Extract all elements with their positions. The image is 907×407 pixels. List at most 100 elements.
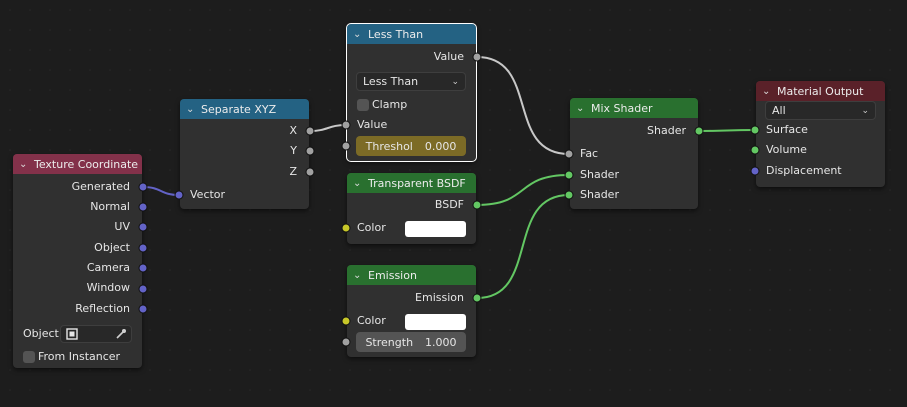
socket-reflection[interactable] <box>139 305 147 313</box>
socket-color[interactable] <box>342 317 350 325</box>
grid-dot <box>709 149 711 151</box>
socket-object[interactable] <box>139 244 147 252</box>
grid-dot <box>309 389 311 391</box>
texture-coordinate-node[interactable]: ⌄ Texture Coordinate Generated Normal UV… <box>13 154 142 368</box>
grid-dot <box>689 269 691 271</box>
grid-dot <box>9 29 11 31</box>
grid-dot <box>149 249 151 251</box>
grid-dot <box>529 329 531 331</box>
emission-node[interactable]: ⌄ Emission Emission Color Strength 1.000 <box>347 265 476 357</box>
grid-dot <box>149 269 151 271</box>
socket-y[interactable] <box>306 147 314 155</box>
node-header[interactable]: ⌄ Emission <box>347 265 476 285</box>
grid-dot <box>549 29 551 31</box>
socket-vector[interactable] <box>175 191 183 199</box>
socket-shader-out[interactable] <box>695 127 703 135</box>
socket-normal[interactable] <box>139 203 147 211</box>
socket-volume[interactable] <box>751 146 759 154</box>
grid-dot <box>609 389 611 391</box>
grid-dot <box>249 89 251 91</box>
from-instancer-checkbox[interactable] <box>23 351 35 363</box>
grid-dot <box>649 269 651 271</box>
clamp-label: Clamp <box>372 98 408 111</box>
grid-dot <box>789 229 791 231</box>
socket-value-in[interactable] <box>342 121 350 129</box>
socket-generated[interactable] <box>139 183 147 191</box>
chevron-down-icon[interactable]: ⌄ <box>19 159 31 170</box>
socket-fac[interactable] <box>565 150 573 158</box>
socket-threshold[interactable] <box>342 142 350 150</box>
socket-shader-1[interactable] <box>565 171 573 179</box>
socket-surface[interactable] <box>751 126 759 134</box>
grid-dot <box>529 369 531 371</box>
socket-value-out[interactable] <box>473 53 481 61</box>
grid-dot <box>289 369 291 371</box>
grid-dot <box>169 269 171 271</box>
strength-slider[interactable]: Strength 1.000 <box>356 332 466 352</box>
grid-dot <box>889 189 891 191</box>
grid-dot <box>89 109 91 111</box>
chevron-down-icon[interactable]: ⌄ <box>353 270 365 281</box>
grid-dot <box>729 209 731 211</box>
socket-displacement[interactable] <box>751 167 759 175</box>
socket-color[interactable] <box>342 224 350 232</box>
grid-dot <box>829 249 831 251</box>
object-picker[interactable] <box>60 325 132 343</box>
mix-shader-node[interactable]: ⌄ Mix Shader Shader Fac Shader Shader <box>570 98 698 209</box>
clamp-checkbox[interactable] <box>357 99 369 111</box>
grid-dot <box>609 249 611 251</box>
chevron-down-icon[interactable]: ⌄ <box>762 86 774 97</box>
grid-dot <box>749 109 751 111</box>
socket-bsdf[interactable] <box>473 201 481 209</box>
node-header[interactable]: ⌄ Texture Coordinate <box>13 154 142 174</box>
target-dropdown[interactable]: All ⌄ <box>765 101 876 120</box>
transparent-bsdf-node[interactable]: ⌄ Transparent BSDF BSDF Color <box>347 173 476 244</box>
socket-strength[interactable] <box>342 338 350 346</box>
threshold-slider[interactable]: Threshol 0.000 <box>356 136 466 156</box>
grid-dot <box>289 29 291 31</box>
socket-uv[interactable] <box>139 223 147 231</box>
grid-dot <box>889 349 891 351</box>
less-than-node[interactable]: ⌄ Less Than Value Less Than ⌄ Clamp Valu… <box>346 23 477 162</box>
grid-dot <box>149 229 151 231</box>
grid-dot <box>209 89 211 91</box>
socket-window[interactable] <box>139 285 147 293</box>
socket-x[interactable] <box>306 127 314 135</box>
socket-camera[interactable] <box>139 264 147 272</box>
grid-dot <box>769 249 771 251</box>
socket-emission[interactable] <box>473 294 481 302</box>
grid-dot <box>789 189 791 191</box>
grid-dot <box>49 9 51 11</box>
grid-dot <box>549 9 551 11</box>
eyedropper-icon[interactable] <box>115 328 127 340</box>
node-header[interactable]: ⌄ Transparent BSDF <box>347 173 476 193</box>
chevron-down-icon[interactable]: ⌄ <box>353 178 365 189</box>
grid-dot <box>709 249 711 251</box>
grid-dot <box>529 209 531 211</box>
grid-dot <box>629 249 631 251</box>
grid-dot <box>589 329 591 331</box>
color-swatch[interactable] <box>405 221 466 237</box>
chevron-down-icon[interactable]: ⌄ <box>576 103 588 114</box>
socket-shader-2[interactable] <box>565 191 573 199</box>
socket-z[interactable] <box>306 168 314 176</box>
grid-dot <box>649 349 651 351</box>
material-output-node[interactable]: ⌄ Material Output All ⌄ Surface Volume D… <box>756 81 885 187</box>
operation-dropdown[interactable]: Less Than ⌄ <box>356 72 466 91</box>
node-header[interactable]: ⌄ Less Than <box>347 24 476 44</box>
grid-dot <box>549 149 551 151</box>
grid-dot <box>709 109 711 111</box>
color-swatch[interactable] <box>405 314 466 330</box>
grid-dot <box>829 309 831 311</box>
chevron-down-icon[interactable]: ⌄ <box>186 104 198 115</box>
node-header[interactable]: ⌄ Mix Shader <box>570 98 698 118</box>
chevron-down-icon[interactable]: ⌄ <box>353 29 365 40</box>
node-header[interactable]: ⌄ Material Output <box>756 81 885 101</box>
grid-dot <box>549 69 551 71</box>
grid-dot <box>709 369 711 371</box>
grid-dot <box>529 289 531 291</box>
separate-xyz-node[interactable]: ⌄ Separate XYZ X Y Z Vector <box>180 99 309 209</box>
grid-dot <box>869 49 871 51</box>
node-header[interactable]: ⌄ Separate XYZ <box>180 99 309 119</box>
grid-dot <box>549 349 551 351</box>
